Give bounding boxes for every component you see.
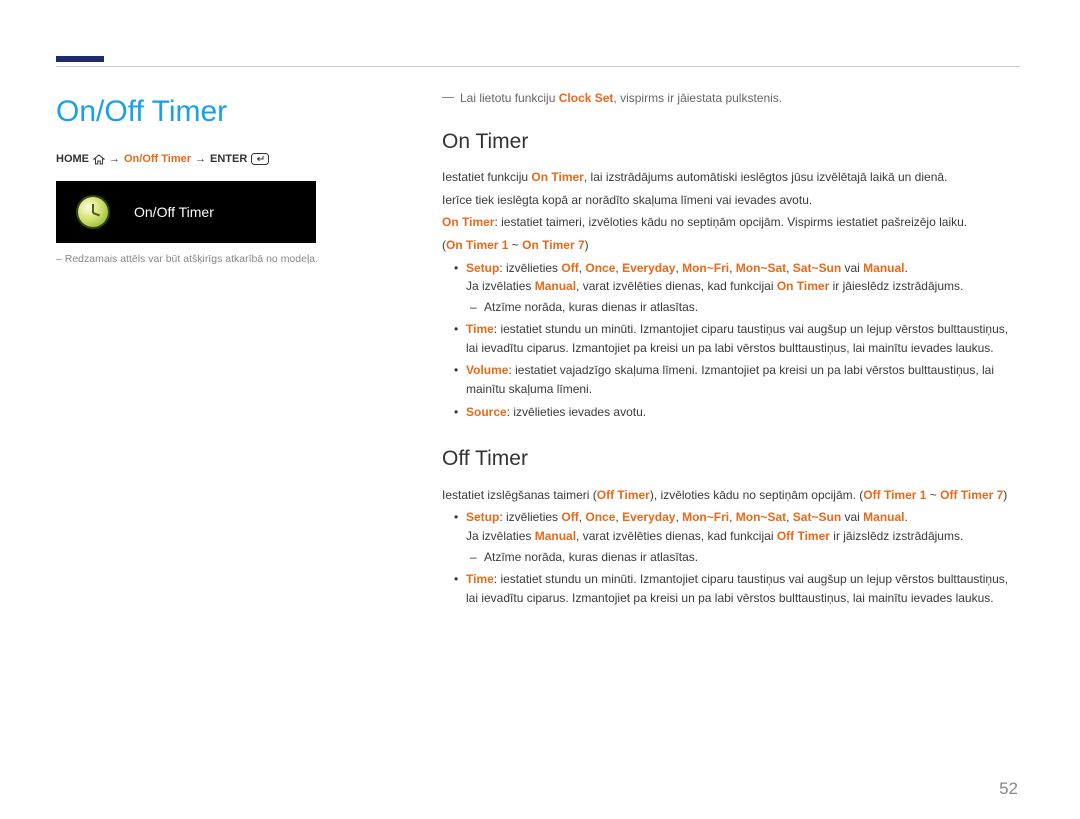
clock-icon	[78, 197, 108, 227]
arrow-icon: →	[195, 153, 206, 165]
screenshot-label: On/Off Timer	[134, 204, 214, 220]
on-timer-heading: On Timer	[442, 126, 1020, 159]
list-item: Time: iestatiet stundu un minūti. Izmant…	[466, 570, 1020, 607]
screenshot-caption: – Redzamais attēls var būt atšķirīgs atk…	[56, 253, 402, 265]
page-number: 52	[999, 779, 1018, 799]
list-item: Time: iestatiet stundu un minūti. Izmant…	[466, 320, 1020, 357]
list-item: Setup: izvēlieties Off, Once, Everyday, …	[466, 259, 1020, 317]
home-icon	[93, 154, 105, 165]
accent-bar	[56, 56, 104, 62]
arrow-icon: →	[109, 153, 120, 165]
device-screenshot: On/Off Timer	[56, 181, 316, 243]
paragraph: (On Timer 1 ~ On Timer 7)	[442, 236, 1020, 255]
sublist-item: Atzīme norāda, kuras dienas ir atlasītas…	[484, 298, 1020, 317]
page-title: On/Off Timer	[56, 95, 402, 129]
breadcrumb: HOME → On/Off Timer → ENTER	[56, 153, 402, 165]
enter-icon	[251, 153, 269, 165]
paragraph: Iestatiet funkciju On Timer, lai izstrād…	[442, 168, 1020, 187]
breadcrumb-home: HOME	[56, 153, 89, 165]
breadcrumb-enter: ENTER	[210, 153, 247, 165]
list-item: Setup: izvēlieties Off, Once, Everyday, …	[466, 508, 1020, 566]
sublist-item: Atzīme norāda, kuras dienas ir atlasītas…	[484, 548, 1020, 567]
top-note: Lai lietotu funkciju Clock Set, vispirms…	[442, 89, 1020, 108]
paragraph: Ierīce tiek ieslēgta kopā ar norādīto sk…	[442, 191, 1020, 210]
list-item: Source: izvēlieties ievades avotu.	[466, 403, 1020, 422]
breadcrumb-item: On/Off Timer	[124, 153, 191, 165]
off-timer-heading: Off Timer	[442, 443, 1020, 476]
dash-icon	[442, 97, 454, 98]
top-rule	[56, 66, 1020, 67]
list-item: Volume: iestatiet vajadzīgo skaļuma līme…	[466, 361, 1020, 398]
paragraph: On Timer: iestatiet taimeri, izvēloties …	[442, 213, 1020, 232]
paragraph: Iestatiet izslēgšanas taimeri (Off Timer…	[442, 486, 1020, 505]
